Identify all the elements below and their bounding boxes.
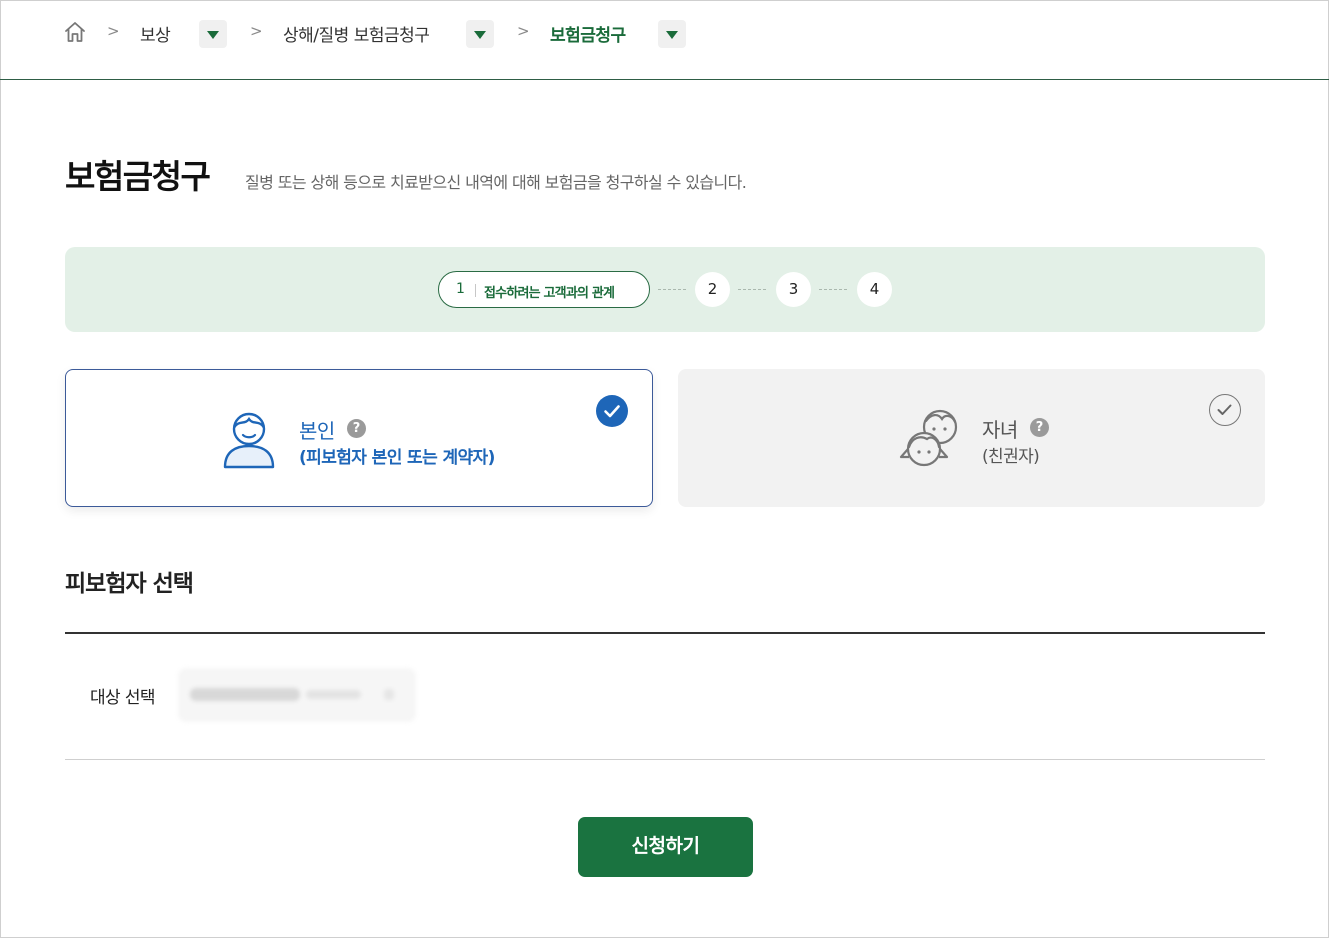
step-number: 1 bbox=[456, 281, 465, 297]
chevron-down-icon[interactable] bbox=[199, 20, 227, 48]
step-connector bbox=[819, 289, 847, 290]
breadcrumb-separator: > bbox=[250, 22, 263, 40]
check-selected-icon bbox=[596, 395, 628, 427]
step-4: 4 bbox=[857, 272, 892, 307]
option-subtitle: (피보험자 본인 또는 계약자) bbox=[299, 448, 495, 468]
relation-option-self[interactable]: 본인 ? (피보험자 본인 또는 계약자) bbox=[65, 369, 653, 507]
submit-button[interactable]: 신청하기 bbox=[578, 817, 753, 877]
step-label: 접수하려는 고객과의 관계 bbox=[484, 286, 615, 301]
person-icon bbox=[223, 412, 275, 469]
progress-stepper: 1 접수하려는 고객과의 관계 2 3 4 bbox=[65, 247, 1265, 332]
home-icon[interactable] bbox=[63, 20, 87, 44]
children-icon bbox=[899, 409, 958, 467]
option-title: 본인 bbox=[299, 419, 335, 443]
target-select-label: 대상 선택 bbox=[90, 688, 156, 708]
step-connector bbox=[658, 289, 686, 290]
step-connector bbox=[738, 289, 766, 290]
check-unselected-icon bbox=[1209, 394, 1241, 426]
breadcrumb-separator: > bbox=[517, 22, 530, 40]
option-title: 자녀 bbox=[982, 418, 1018, 442]
chevron-down-icon[interactable] bbox=[466, 20, 494, 48]
divider bbox=[65, 759, 1265, 760]
divider bbox=[65, 632, 1265, 634]
section-title: 피보험자 선택 bbox=[65, 571, 194, 597]
relation-option-child[interactable]: 자녀 ? (친권자) bbox=[678, 369, 1265, 507]
chevron-down-icon[interactable] bbox=[658, 20, 686, 48]
page-title: 보험금청구 bbox=[65, 157, 211, 196]
breadcrumb-item-current[interactable]: 보험금청구 bbox=[550, 21, 626, 46]
page-description: 질병 또는 상해 등으로 치료받으신 내역에 대해 보험금을 청구하실 수 있습… bbox=[245, 173, 747, 192]
question-icon[interactable]: ? bbox=[347, 419, 366, 438]
question-icon[interactable]: ? bbox=[1030, 418, 1049, 437]
target-select[interactable] bbox=[178, 668, 416, 722]
step-2: 2 bbox=[695, 272, 730, 307]
option-subtitle: (친권자) bbox=[982, 447, 1040, 467]
divider bbox=[475, 284, 476, 297]
breadcrumb: > 보상 > 상해/질병 보험금청구 > 보험금청구 bbox=[0, 0, 1329, 80]
breadcrumb-item-reward[interactable]: 보상 bbox=[140, 21, 171, 46]
breadcrumb-item-claim-category[interactable]: 상해/질병 보험금청구 bbox=[283, 21, 430, 46]
step-3: 3 bbox=[776, 272, 811, 307]
step-active: 1 접수하려는 고객과의 관계 bbox=[438, 271, 650, 308]
breadcrumb-separator: > bbox=[107, 22, 120, 40]
